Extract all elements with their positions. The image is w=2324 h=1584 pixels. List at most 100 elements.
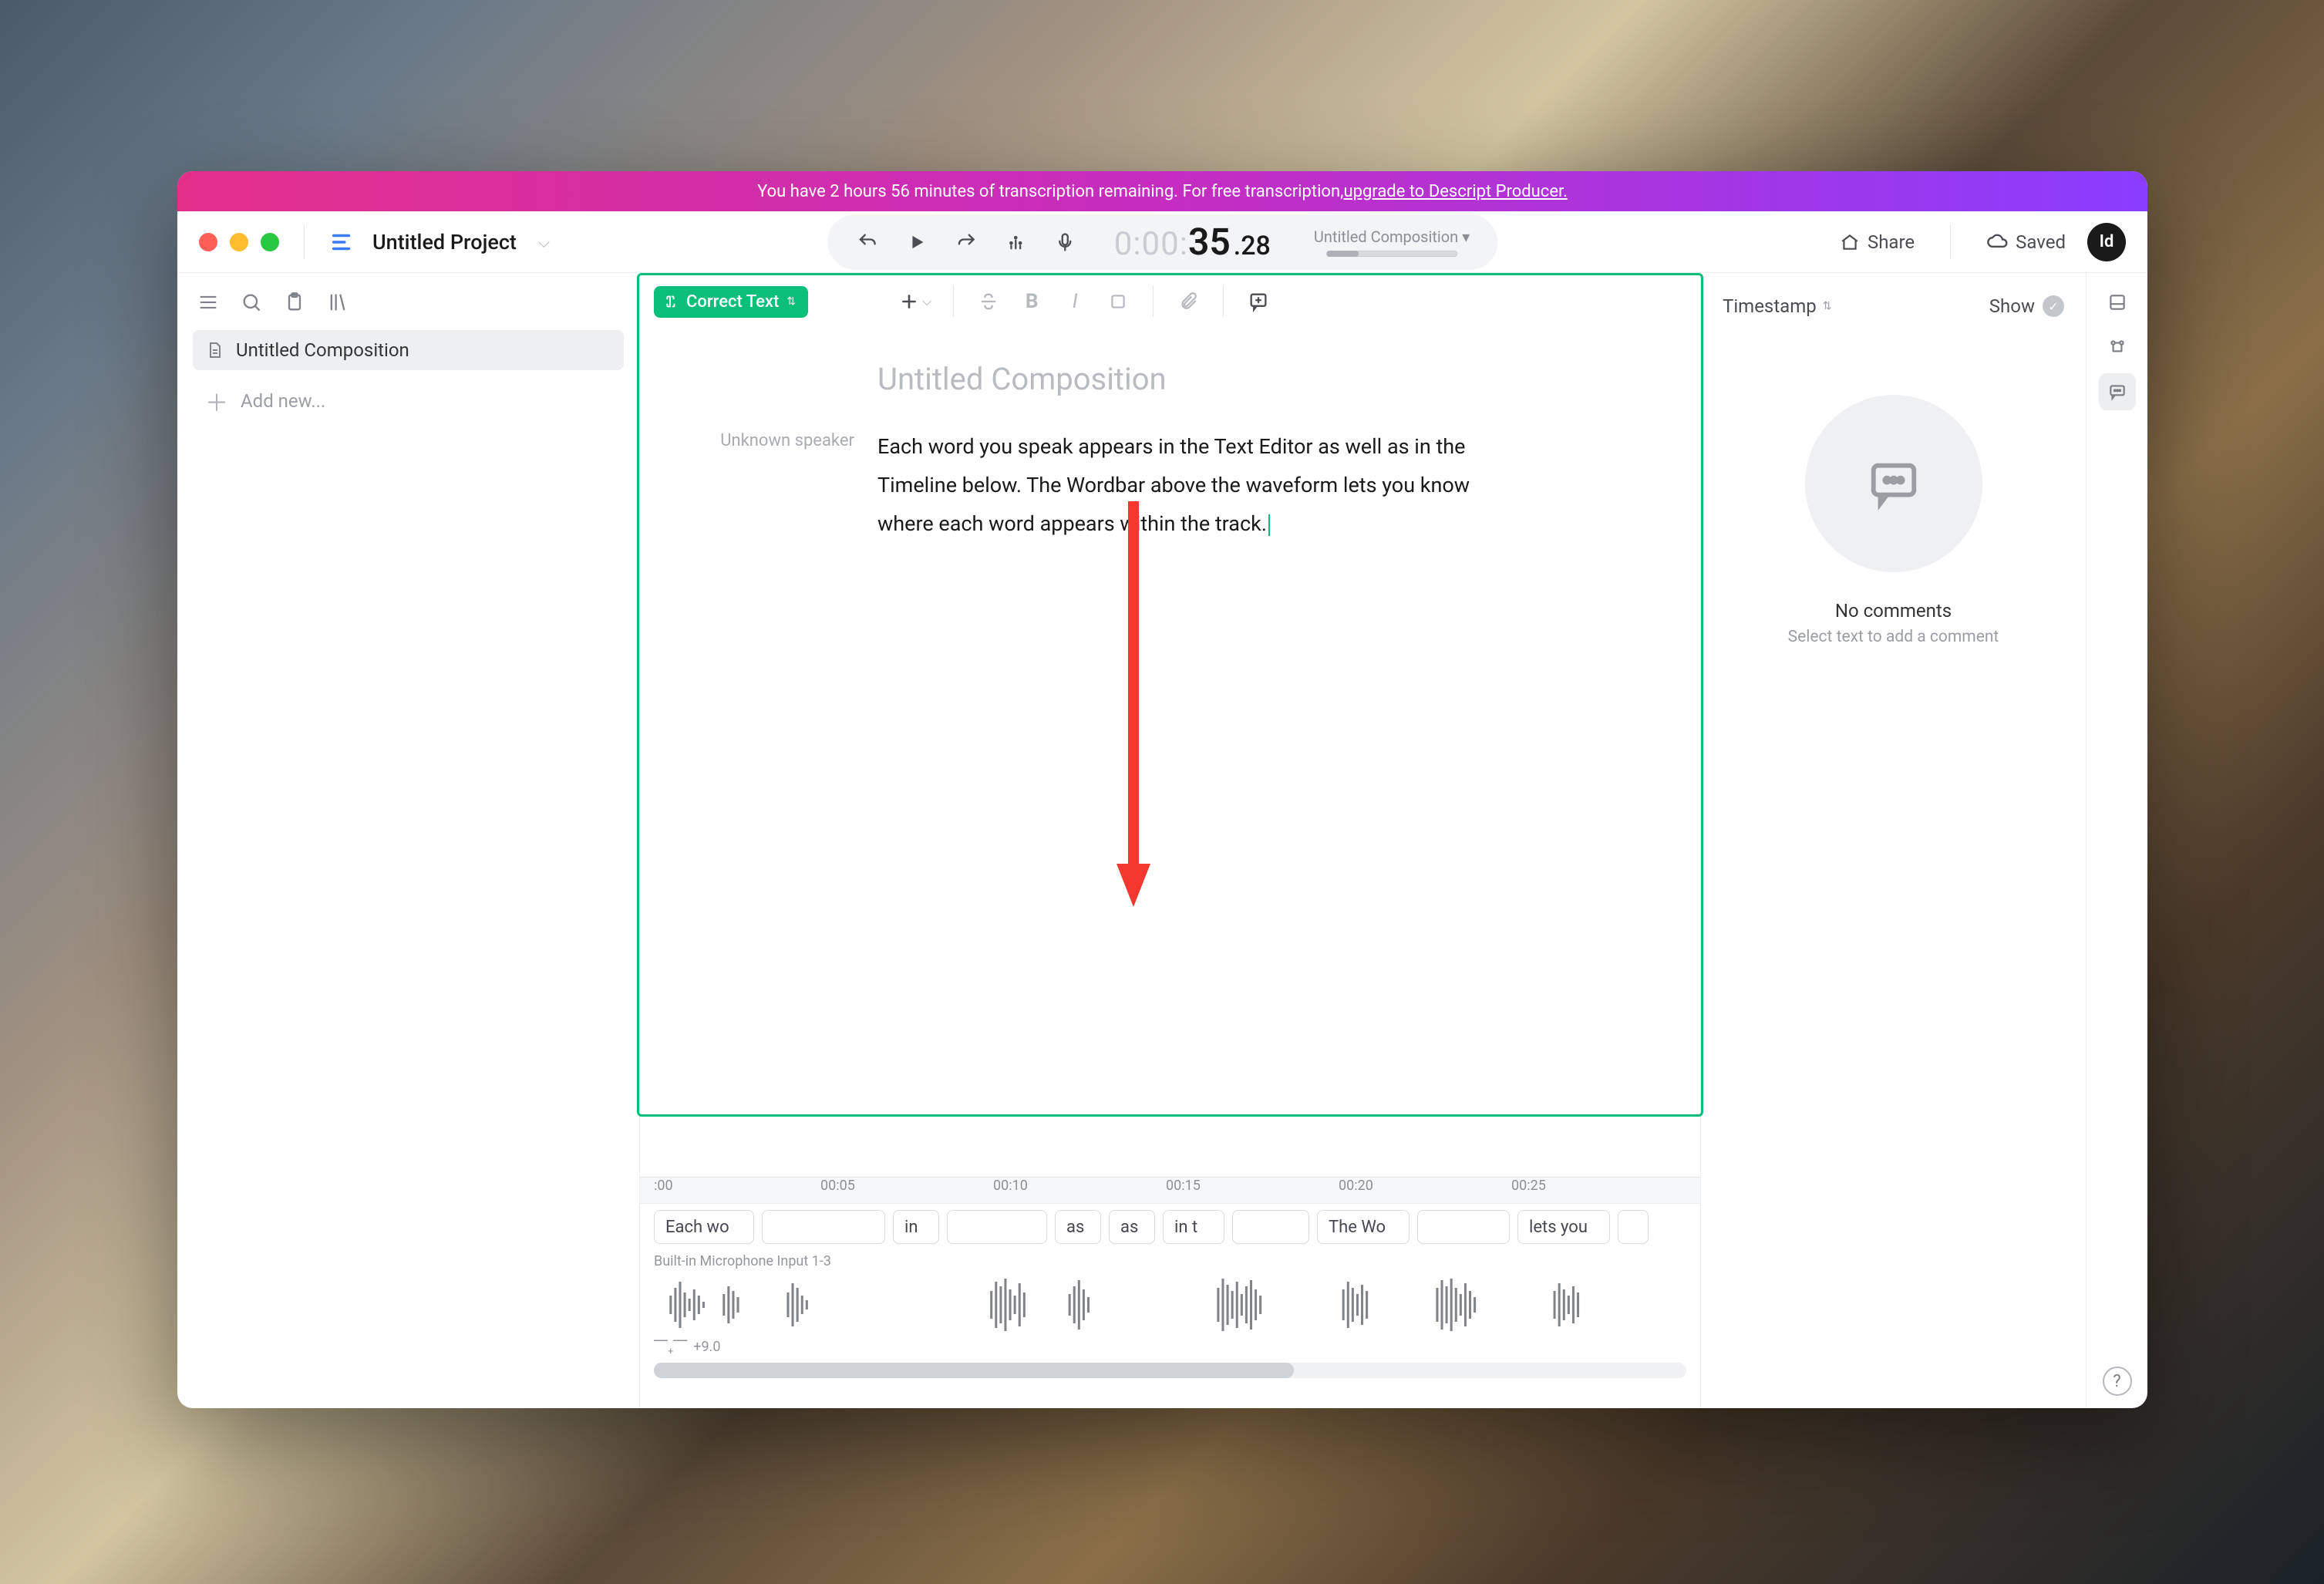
speaker-label[interactable]: Unknown speaker xyxy=(686,428,854,544)
edit-mode-label: Correct Text xyxy=(686,292,779,312)
timeline-ruler[interactable]: :00 00:05 00:10 00:15 00:20 00:25 xyxy=(640,1178,1700,1204)
wordbar: Each wo in as as in t The Wo lets you xyxy=(640,1204,1700,1250)
separator xyxy=(304,225,305,259)
share-label: Share xyxy=(1868,231,1915,253)
comments-empty-state: No comments Select text to add a comment xyxy=(1723,325,2064,1394)
separator xyxy=(1950,225,1951,259)
overdub-button[interactable] xyxy=(1003,230,1028,254)
menu-icon[interactable] xyxy=(196,290,221,315)
show-label: Show xyxy=(1989,295,2035,317)
bold-button[interactable]: B xyxy=(1019,288,1045,315)
insert-menu[interactable]: ⌵ xyxy=(899,292,931,312)
document-title[interactable]: Untitled Composition xyxy=(877,361,1654,397)
undo-button[interactable] xyxy=(855,230,880,254)
timestamp-sort[interactable]: Timestamp ⇅ xyxy=(1723,295,1831,317)
ruler-tick: 00:10 xyxy=(993,1178,1028,1194)
transcript-paragraph[interactable]: Each word you speak appears in the Text … xyxy=(877,428,1494,544)
timecode-display: 0:00: 35 .28 xyxy=(1114,220,1271,264)
sort-arrows-icon: ⇅ xyxy=(1823,300,1832,312)
ruler-tick: 00:25 xyxy=(1511,1178,1546,1194)
play-button[interactable] xyxy=(904,230,929,254)
word-chip[interactable]: Each wo xyxy=(654,1210,754,1244)
plus-icon: ＋ xyxy=(205,384,228,418)
word-chip-gap[interactable] xyxy=(1417,1210,1510,1244)
word-chip[interactable]: The Wo xyxy=(1317,1210,1410,1244)
rail-comments-button[interactable] xyxy=(2099,373,2136,410)
zoom-window-button[interactable] xyxy=(261,233,279,251)
ruler-tick: 00:05 xyxy=(820,1178,855,1194)
chat-bubble-icon xyxy=(1867,457,1921,511)
app-logo-icon xyxy=(329,229,355,255)
clipboard-icon[interactable] xyxy=(282,290,307,315)
comments-empty-subtitle: Select text to add a comment xyxy=(1788,628,1999,646)
search-icon[interactable] xyxy=(239,290,264,315)
show-filter[interactable]: Show ✓ xyxy=(1989,295,2064,317)
plus-icon xyxy=(899,292,919,312)
header-right: Share Saved Id xyxy=(1840,223,2126,261)
edit-mode-toggle[interactable]: Correct Text ⇅ xyxy=(654,286,808,318)
composition-mini-progress xyxy=(1326,251,1457,257)
word-chip[interactable]: in xyxy=(893,1210,939,1244)
sidebar-toolbar xyxy=(177,281,639,330)
word-chip-gap[interactable] xyxy=(947,1210,1047,1244)
window-controls xyxy=(199,233,279,251)
right-tool-rail: ? xyxy=(2086,273,2147,1408)
composition-mini-label: Untitled Composition ▾ xyxy=(1314,227,1470,246)
word-chip-gap[interactable] xyxy=(1232,1210,1309,1244)
user-avatar[interactable]: Id xyxy=(2087,223,2126,261)
saved-label: Saved xyxy=(2016,231,2066,253)
meter-icon: ⎺₊⎺ xyxy=(654,1339,687,1355)
sidebar-item-composition[interactable]: Untitled Composition xyxy=(193,330,624,370)
composition-mini[interactable]: Untitled Composition ▾ xyxy=(1314,227,1470,257)
italic-button[interactable]: I xyxy=(1062,288,1088,315)
comments-empty-icon-circle xyxy=(1805,395,1982,572)
timecode-seconds: 35 xyxy=(1188,220,1231,264)
upgrade-banner: You have 2 hours 56 minutes of transcrip… xyxy=(177,171,2147,211)
timecode-prefix: 0:00: xyxy=(1114,225,1188,263)
rail-properties-button[interactable] xyxy=(2099,284,2136,321)
scrollbar-thumb[interactable] xyxy=(654,1363,1294,1378)
strikethrough-button[interactable] xyxy=(975,288,1002,315)
attachment-button[interactable] xyxy=(1175,288,1201,315)
close-window-button[interactable] xyxy=(199,233,217,251)
timeline-scrollbar[interactable] xyxy=(654,1363,1686,1378)
transport-cluster: 0:00: 35 .28 Untitled Composition ▾ xyxy=(827,214,1497,270)
upgrade-link[interactable]: upgrade to Descript Producer. xyxy=(1343,182,1567,201)
sidebar-add-new[interactable]: ＋ Add new... xyxy=(193,375,624,427)
rail-clips-button[interactable] xyxy=(2099,329,2136,366)
chevron-down-icon: ⌵ xyxy=(922,294,931,309)
highlight-button[interactable] xyxy=(1105,288,1131,315)
timestamp-label: Timestamp xyxy=(1723,295,1817,317)
word-chip-gap[interactable] xyxy=(762,1210,885,1244)
timecode-frac: .28 xyxy=(1234,231,1271,261)
help-button[interactable]: ? xyxy=(2103,1367,2132,1396)
word-chip[interactable]: lets you xyxy=(1517,1210,1610,1244)
share-button[interactable]: Share xyxy=(1840,231,1915,253)
app-window: You have 2 hours 56 minutes of transcrip… xyxy=(177,171,2147,1408)
ruler-tick: :00 xyxy=(654,1178,673,1194)
word-chip[interactable]: as xyxy=(1055,1210,1101,1244)
minimize-window-button[interactable] xyxy=(230,233,248,251)
document-area[interactable]: Untitled Composition Unknown speaker Eac… xyxy=(640,330,1700,1177)
separator xyxy=(1153,286,1154,317)
annotation-arrow-icon xyxy=(1110,501,1157,910)
db-label: +9.0 xyxy=(693,1339,720,1355)
waveform[interactable] xyxy=(654,1272,1686,1337)
timeline: :00 00:05 00:10 00:15 00:20 00:25 Each w… xyxy=(640,1177,1700,1408)
redo-button[interactable] xyxy=(954,230,978,254)
left-sidebar: Untitled Composition ＋ Add new... xyxy=(177,273,640,1408)
paragraph-row: Unknown speaker Each word you speak appe… xyxy=(686,428,1654,544)
comments-empty-title: No comments xyxy=(1835,600,1952,622)
separator xyxy=(1223,286,1224,317)
word-chip-gap[interactable] xyxy=(1618,1210,1649,1244)
library-icon[interactable] xyxy=(325,290,350,315)
text-cursor-icon xyxy=(662,293,679,310)
project-menu-chevron-icon[interactable]: ⌵ xyxy=(538,233,550,251)
add-comment-button[interactable] xyxy=(1245,288,1271,315)
app-body: Untitled Composition ＋ Add new... Correc… xyxy=(177,273,2147,1408)
title-bar: Untitled Project ⌵ 0:00: 35 .28 Untitled… xyxy=(177,211,2147,273)
word-chip[interactable]: in t xyxy=(1163,1210,1224,1244)
editor-column: Correct Text ⇅ ⌵ B I Untitled Compositio xyxy=(640,273,1700,1408)
word-chip[interactable]: as xyxy=(1109,1210,1155,1244)
record-mic-button[interactable] xyxy=(1053,230,1077,254)
